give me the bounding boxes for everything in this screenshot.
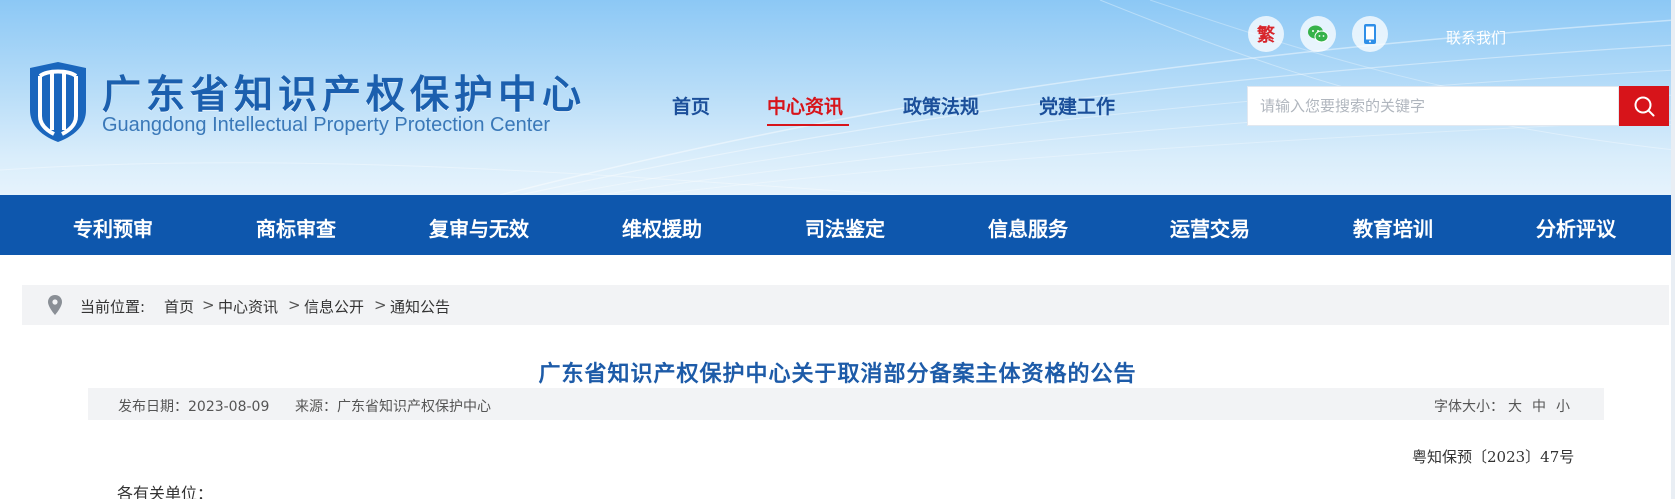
sub-nav-info-service[interactable]: 信息服务: [988, 213, 1068, 242]
nav-item-center-news[interactable]: 中心资讯: [767, 92, 843, 119]
font-size-small-button[interactable]: 小: [1556, 396, 1570, 416]
nav-item-party-building[interactable]: 党建工作: [1039, 92, 1115, 119]
sub-nav-rights-assistance[interactable]: 维权援助: [622, 213, 702, 242]
sub-nav-operation-trading[interactable]: 运营交易: [1170, 213, 1250, 242]
document-number: 粤知保预〔2023〕47号: [1412, 448, 1575, 466]
mobile-glyph-icon: [1364, 24, 1376, 44]
article-source: 来源：广东省知识产权保护中心: [295, 399, 491, 415]
sub-nav-patent-pre-exam[interactable]: 专利预审: [73, 213, 153, 242]
breadcrumb-separator: >: [202, 296, 215, 314]
search-box: [1247, 86, 1619, 126]
publish-date: 发布日期：2023-08-09: [118, 399, 270, 415]
sub-nav-reexam-invalidation[interactable]: 复审与无效: [429, 213, 529, 242]
sub-nav-judicial-appraisal[interactable]: 司法鉴定: [805, 213, 885, 242]
wechat-glyph-icon: [1308, 25, 1329, 43]
breadcrumb-prefix: 当前位置:: [80, 298, 146, 316]
breadcrumb-item-center-news[interactable]: 中心资讯: [218, 296, 278, 317]
location-pin-icon: [48, 295, 62, 315]
nav-item-policies[interactable]: 政策法规: [903, 92, 979, 119]
sub-nav-analysis-review[interactable]: 分析评议: [1536, 213, 1616, 242]
article-meta-bar: 发布日期：2023-08-09 来源：广东省知识产权保护中心 字体大小： 大 中…: [88, 388, 1604, 420]
breadcrumb-item-home[interactable]: 首页: [164, 296, 194, 317]
nav-item-home[interactable]: 首页: [672, 92, 710, 119]
search-button[interactable]: [1619, 86, 1669, 126]
breadcrumb-item-notices[interactable]: 通知公告: [390, 296, 450, 317]
active-nav-underline: [767, 124, 849, 126]
contact-us-link[interactable]: 联系我们: [1446, 27, 1506, 48]
font-size-medium-button[interactable]: 中: [1532, 396, 1546, 416]
font-size-large-button[interactable]: 大: [1508, 396, 1522, 416]
page: 广东省知识产权保护中心 Guangdong Intellectual Prope…: [0, 0, 1675, 499]
breadcrumb-separator: >: [374, 296, 387, 314]
header: 广东省知识产权保护中心 Guangdong Intellectual Prope…: [0, 0, 1675, 195]
article-title: 广东省知识产权保护中心关于取消部分备案主体资格的公告: [538, 361, 1137, 387]
mobile-icon[interactable]: [1352, 16, 1388, 52]
page-edge-divider: [1671, 0, 1675, 499]
article-salutation: 各有关单位：: [117, 484, 214, 499]
search-input[interactable]: [1248, 87, 1618, 125]
breadcrumb-separator: >: [288, 296, 301, 314]
search-icon: [1634, 96, 1655, 117]
wechat-icon[interactable]: [1300, 16, 1336, 52]
sub-nav-education-training[interactable]: 教育培训: [1353, 213, 1433, 242]
font-size-label: 字体大小：: [1434, 399, 1504, 415]
service-nav-bar: 专利预审 商标审查 复审与无效 维权援助 司法鉴定 信息服务 运营交易 教育培训…: [0, 195, 1675, 255]
breadcrumb: 当前位置: 首页 > 中心资讯 > 信息公开 > 通知公告: [22, 285, 1669, 325]
traditional-chinese-label: 繁: [1257, 25, 1275, 46]
sub-nav-trademark-review[interactable]: 商标审查: [256, 213, 336, 242]
breadcrumb-item-info-public[interactable]: 信息公开: [304, 296, 364, 317]
main-nav: 首页 中心资讯 政策法规 党建工作: [0, 92, 1200, 132]
traditional-chinese-icon[interactable]: 繁: [1248, 16, 1284, 52]
